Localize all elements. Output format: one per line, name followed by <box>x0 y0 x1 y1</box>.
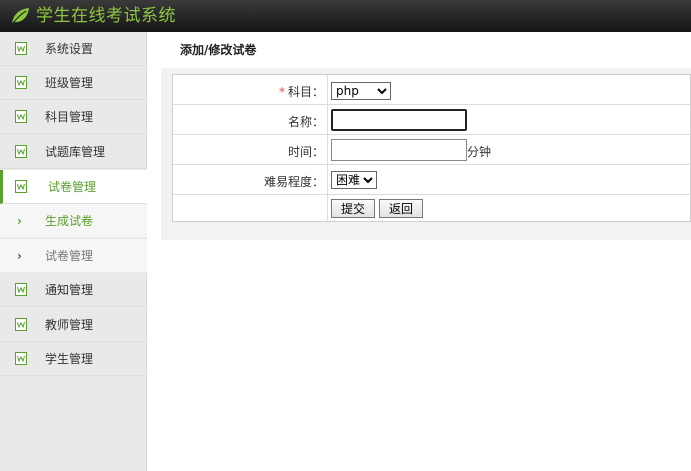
sidebar-item-subject-management[interactable]: 科目管理 <box>0 100 147 134</box>
back-button[interactable]: 返回 <box>379 199 424 218</box>
sidebar-item-label: 教师管理 <box>45 318 94 332</box>
time-label: 时间： <box>287 145 324 159</box>
required-mark: * <box>278 85 285 99</box>
sidebar-item-student-management[interactable]: 学生管理 <box>0 342 147 376</box>
sidebar-item-teacher-management[interactable]: 教师管理 <box>0 308 147 342</box>
sidebar-item-label: 试题库管理 <box>45 145 106 159</box>
sidebar-item-system-settings[interactable]: 系统设置 <box>0 32 147 66</box>
form-row-name: 名称： <box>173 105 691 135</box>
sidebar-item-label: 试卷管理 <box>48 180 97 194</box>
form-row-time: 时间： 分钟 <box>173 135 691 165</box>
sidebar-subitem-label: 试卷管理 <box>45 249 94 263</box>
time-input[interactable] <box>331 139 467 161</box>
sidebar-item-label: 通知管理 <box>45 283 94 297</box>
form-row-actions: 提交 返回 <box>173 195 691 222</box>
document-icon <box>15 76 27 89</box>
sidebar-item-label: 系统设置 <box>45 42 94 56</box>
page-title: 添加/修改试卷 <box>180 43 257 57</box>
leaf-icon <box>11 8 29 25</box>
time-unit: 分钟 <box>467 145 492 159</box>
difficulty-label: 难易程度： <box>263 175 324 189</box>
sidebar-subitem-label: 生成试卷 <box>45 214 94 228</box>
sidebar-item-question-bank[interactable]: 试题库管理 <box>0 135 147 169</box>
name-input[interactable] <box>331 109 467 131</box>
sidebar-subitem-paper-management[interactable]: › 试卷管理 <box>0 239 147 273</box>
sidebar-item-label: 班级管理 <box>45 76 94 90</box>
document-icon <box>15 283 27 296</box>
submit-button[interactable]: 提交 <box>331 199 376 218</box>
document-icon <box>15 110 27 123</box>
sidebar: 系统设置 班级管理 科目管理 试题库管理 试卷管理 › 生成试卷 › 试卷管理 … <box>0 32 147 471</box>
sidebar-item-notice-management[interactable]: 通知管理 <box>0 273 147 307</box>
top-bar: 学生在线考试系统 <box>0 0 691 32</box>
subject-label: * 科目： <box>278 85 324 99</box>
name-label: 名称： <box>287 115 324 129</box>
sidebar-item-exam-paper-management[interactable]: 试卷管理 <box>0 170 147 204</box>
document-icon <box>15 180 27 193</box>
document-icon <box>15 352 27 365</box>
subject-select[interactable]: php <box>331 82 391 100</box>
form-row-difficulty: 难易程度： 困难 <box>173 165 691 195</box>
chevron-right-icon: › <box>17 213 22 228</box>
chevron-right-icon: › <box>17 248 22 263</box>
document-icon <box>15 145 27 158</box>
paper-form: * 科目： php 名称： 时间： 分钟 难易程度： 困难 提交 返回 <box>172 74 691 222</box>
difficulty-select[interactable]: 困难 <box>331 171 377 189</box>
document-icon <box>15 42 27 55</box>
sidebar-item-class-management[interactable]: 班级管理 <box>0 66 147 100</box>
sidebar-item-label: 科目管理 <box>45 110 94 124</box>
form-row-subject: * 科目： php <box>173 75 691 105</box>
sidebar-subitem-generate-paper[interactable]: › 生成试卷 <box>0 204 147 238</box>
document-icon <box>15 318 27 331</box>
app-title: 学生在线考试系统 <box>36 6 176 26</box>
sidebar-item-label: 学生管理 <box>45 352 94 366</box>
